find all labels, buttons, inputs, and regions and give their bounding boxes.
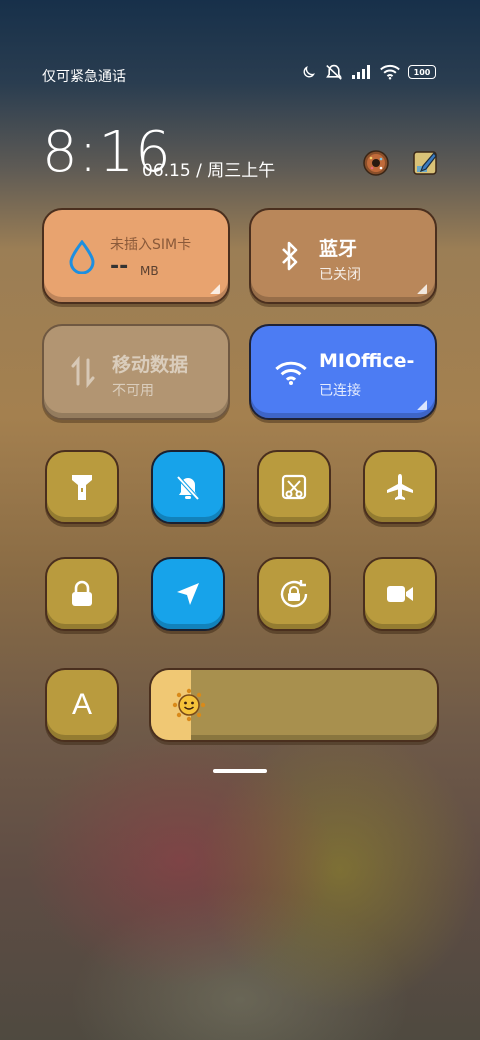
data-usage-value: -- (110, 254, 129, 279)
expand-corner-icon (210, 284, 220, 294)
location-toggle[interactable] (151, 557, 225, 631)
expand-corner-icon (417, 284, 427, 294)
location-arrow-icon (177, 583, 199, 605)
wifi-icon (275, 361, 307, 385)
mobile-data-title: 移动数据 (112, 354, 189, 376)
auto-brightness-label: A (71, 688, 92, 721)
video-camera-icon (387, 586, 413, 602)
data-usage-title: 未插入SIM卡 (110, 237, 192, 253)
brightness-slider[interactable] (149, 668, 439, 742)
sticky-note-icon[interactable] (410, 148, 440, 178)
lock-screen-toggle[interactable] (45, 557, 119, 631)
wifi-status: 已连接 (319, 383, 361, 399)
bluetooth-title: 蓝牙 (319, 238, 358, 260)
airplane-icon (387, 474, 413, 500)
wifi-icon (380, 64, 400, 80)
data-usage-tile[interactable]: 未插入SIM卡 -- MB (42, 208, 230, 304)
status-icons: 100 (301, 64, 436, 80)
carrier-status-text: 仅可紧急通话 (42, 69, 126, 85)
wifi-tile[interactable]: MIOffice- 已连接 (249, 324, 437, 420)
mute-vibrate-icon (326, 64, 342, 80)
battery-icon: 100 (408, 65, 436, 79)
bluetooth-status: 已关闭 (319, 267, 361, 283)
wifi-network-name: MIOffice- (319, 350, 415, 372)
expand-corner-icon (417, 400, 427, 410)
donut-icon[interactable] (361, 148, 391, 178)
flashlight-icon (72, 475, 92, 500)
signal-icon (352, 65, 370, 79)
data-arrows-icon (71, 356, 95, 388)
screen-record-toggle[interactable] (363, 557, 437, 631)
bell-off-icon (176, 475, 200, 501)
moon-icon (303, 65, 315, 77)
mobile-data-status: 不可用 (112, 383, 154, 399)
mobile-data-tile[interactable]: 移动数据 不可用 (42, 324, 230, 420)
data-usage-unit: MB (140, 264, 159, 278)
lock-icon (72, 580, 92, 606)
rotation-lock-toggle[interactable] (257, 557, 331, 631)
water-drop-icon (69, 240, 95, 274)
lock-date: 06.15 / 周三上午 (142, 156, 275, 181)
date-separator: / (196, 161, 202, 181)
rotation-lock-icon (280, 580, 308, 608)
sun-icon (172, 688, 206, 722)
bluetooth-icon (282, 241, 298, 271)
airplane-mode-toggle[interactable] (363, 450, 437, 524)
scissors-icon (281, 474, 307, 500)
silent-mode-toggle[interactable] (151, 450, 225, 524)
auto-brightness-button[interactable]: A (45, 668, 119, 742)
date-value: 06.15 (142, 161, 191, 181)
bluetooth-tile[interactable]: 蓝牙 已关闭 (249, 208, 437, 304)
home-indicator[interactable] (213, 769, 267, 773)
screenshot-toggle[interactable] (257, 450, 331, 524)
battery-level: 100 (413, 67, 431, 77)
weekday-value: 周三上午 (207, 161, 276, 181)
flashlight-toggle[interactable] (45, 450, 119, 524)
